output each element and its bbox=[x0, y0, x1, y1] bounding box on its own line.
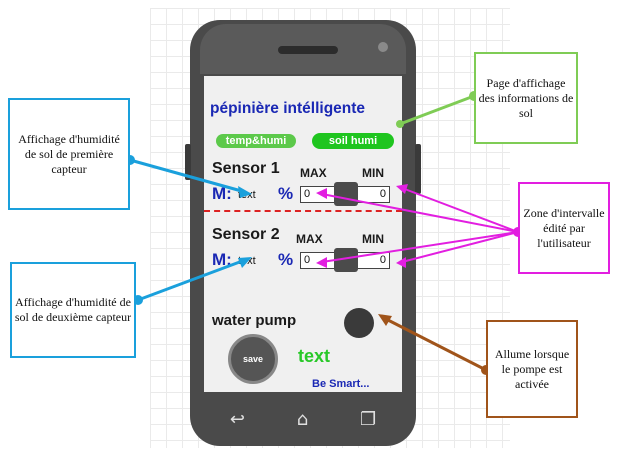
callout-soil-page: Page d'affichage des informations de sol bbox=[474, 52, 578, 144]
callout-sensor1-display: Affichage d'humidité de sol de première … bbox=[8, 98, 130, 210]
callout-sensor2-display: Affichage d'humidité de sol de deuxième … bbox=[10, 262, 136, 358]
callout-pump-led: Allume lorsque le pompe est activée bbox=[486, 320, 578, 418]
callout-range-zone: Zone d'intervalle édité par l'utilisateu… bbox=[518, 182, 610, 274]
